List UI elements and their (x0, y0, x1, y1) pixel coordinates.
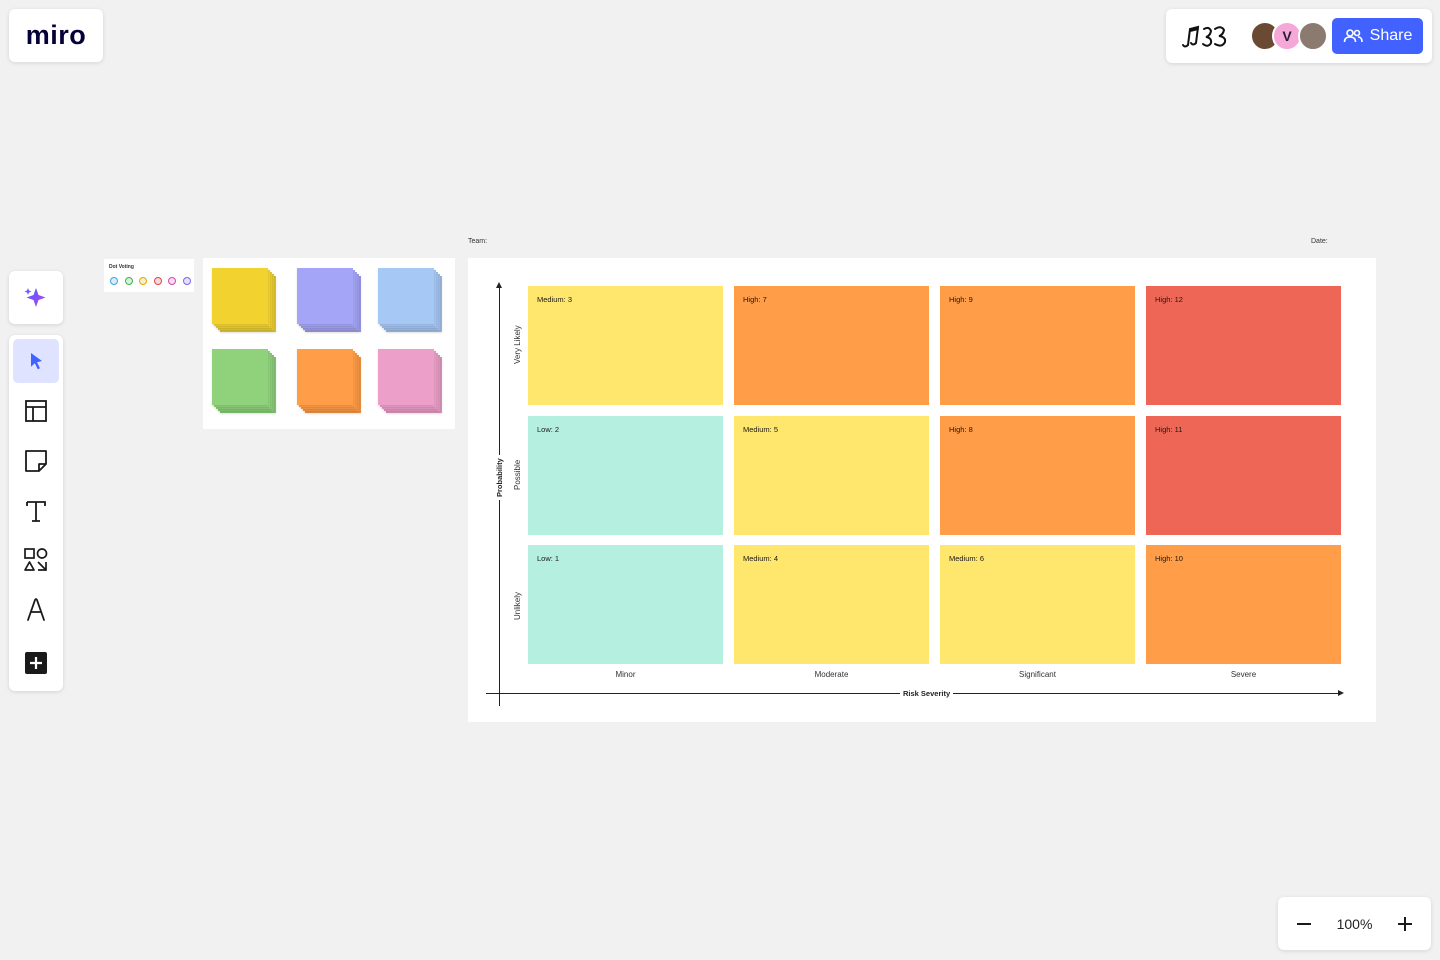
severity-column-label: Moderate (814, 670, 849, 679)
zoom-level[interactable]: 100% (1337, 916, 1373, 932)
plus-icon (1398, 916, 1412, 931)
more-tools-button[interactable] (13, 641, 59, 685)
risk-cell[interactable]: Low: 2 (528, 416, 723, 535)
y-axis-title: Probability (495, 455, 504, 500)
pen-tool[interactable] (13, 587, 59, 631)
risk-cell-label: High: 7 (743, 295, 767, 304)
risk-cell-label: High: 11 (1155, 425, 1183, 434)
share-button[interactable]: Share (1332, 18, 1423, 54)
zoom-in-button[interactable] (1393, 912, 1417, 936)
sticky-note[interactable] (212, 268, 268, 324)
vote-dot[interactable] (182, 277, 191, 285)
dot-voting-title: Dot Voting (109, 264, 134, 270)
risk-cell-label: Medium: 3 (537, 295, 573, 304)
risk-cell-label: Medium: 5 (743, 425, 779, 434)
vote-dot[interactable] (110, 277, 118, 285)
ai-assist-button[interactable] (9, 271, 63, 324)
risk-cell-label: Low: 1 (537, 554, 560, 563)
minus-icon (1297, 922, 1311, 925)
sticky-note-stack[interactable] (297, 349, 361, 413)
vote-dot[interactable] (139, 277, 147, 285)
sticky-note[interactable] (297, 349, 353, 405)
text-tool[interactable] (13, 489, 59, 533)
x-axis-title: Risk Severity (900, 689, 954, 698)
risk-cell-label: High: 8 (949, 425, 973, 434)
sparkle-icon (24, 287, 46, 307)
creation-toolbar (9, 335, 63, 691)
risk-matrix: Risk Severity Probability Medium: 3 High:… (468, 258, 1376, 722)
severity-column-label: Significant (1019, 670, 1056, 679)
probability-row-label: Possible (513, 459, 522, 490)
risk-cell[interactable]: High: 8 (940, 416, 1135, 535)
sticky-note-stack[interactable] (212, 268, 276, 332)
select-tool[interactable] (13, 339, 59, 383)
text-icon (26, 501, 46, 522)
logo-panel[interactable]: miro (9, 9, 103, 62)
risk-cell[interactable]: Medium: 4 (734, 545, 929, 664)
sticky-note[interactable] (378, 268, 434, 324)
pen-icon (27, 598, 45, 621)
risk-cell[interactable]: Medium: 5 (734, 416, 929, 535)
risk-cell[interactable]: High: 12 (1146, 286, 1341, 405)
probability-row-label: Unlikely (513, 591, 522, 620)
cursor-icon (31, 353, 42, 370)
templates-tool[interactable] (13, 389, 59, 433)
risk-cell[interactable]: High: 9 (940, 286, 1135, 405)
sticky-note-tool[interactable] (13, 439, 59, 483)
board-name-glyph-icon[interactable] (1180, 21, 1232, 51)
risk-cell-label: Medium: 4 (743, 554, 779, 563)
risk-cell[interactable]: Low: 1 (528, 545, 723, 664)
zoom-controls: 100% (1278, 897, 1431, 950)
risk-cell[interactable]: High: 10 (1146, 545, 1341, 664)
sticky-note-stack[interactable] (297, 268, 361, 332)
sticky-note-stack[interactable] (212, 349, 276, 413)
collaborator-avatar[interactable] (1298, 21, 1328, 51)
risk-cell[interactable]: High: 11 (1146, 416, 1341, 535)
share-label: Share (1369, 27, 1413, 44)
sticky-note-stack[interactable] (378, 349, 442, 413)
zoom-out-button[interactable] (1292, 912, 1316, 936)
risk-cell-label: Medium: 6 (949, 554, 985, 563)
date-label: Date: (1311, 238, 1328, 245)
collaboration-bar: V Share (1166, 9, 1432, 63)
dot-voting-widget[interactable]: Dot Voting (104, 259, 194, 292)
risk-cell[interactable]: High: 7 (734, 286, 929, 405)
plus-square-icon (25, 652, 47, 674)
sticky-note-stack[interactable] (378, 268, 442, 332)
miro-logo: miro (25, 20, 87, 50)
probability-row-label: Very Likely (513, 325, 522, 364)
shapes-icon (24, 548, 48, 571)
sticky-notes-board (203, 258, 455, 429)
sticky-note[interactable] (378, 349, 434, 405)
risk-cell-label: Low: 2 (537, 425, 560, 434)
vote-dot[interactable] (168, 277, 176, 285)
sticky-note[interactable] (212, 349, 268, 405)
risk-cell[interactable]: Medium: 6 (940, 545, 1135, 664)
vote-dot[interactable] (124, 277, 133, 285)
risk-cell-label: High: 12 (1155, 295, 1183, 304)
severity-column-label: Severe (1230, 670, 1257, 679)
layout-icon (25, 400, 47, 422)
sticky-note-icon (25, 450, 47, 472)
vote-dot[interactable] (153, 277, 162, 285)
risk-cell-label: High: 10 (1155, 554, 1183, 563)
users-icon (1343, 29, 1363, 43)
sticky-note[interactable] (297, 268, 353, 324)
team-label: Team: (468, 238, 488, 245)
severity-column-label: Minor (615, 670, 636, 679)
risk-cell-label: High: 9 (949, 295, 973, 304)
risk-cell[interactable]: Medium: 3 (528, 286, 723, 405)
shapes-tool[interactable] (13, 538, 59, 582)
